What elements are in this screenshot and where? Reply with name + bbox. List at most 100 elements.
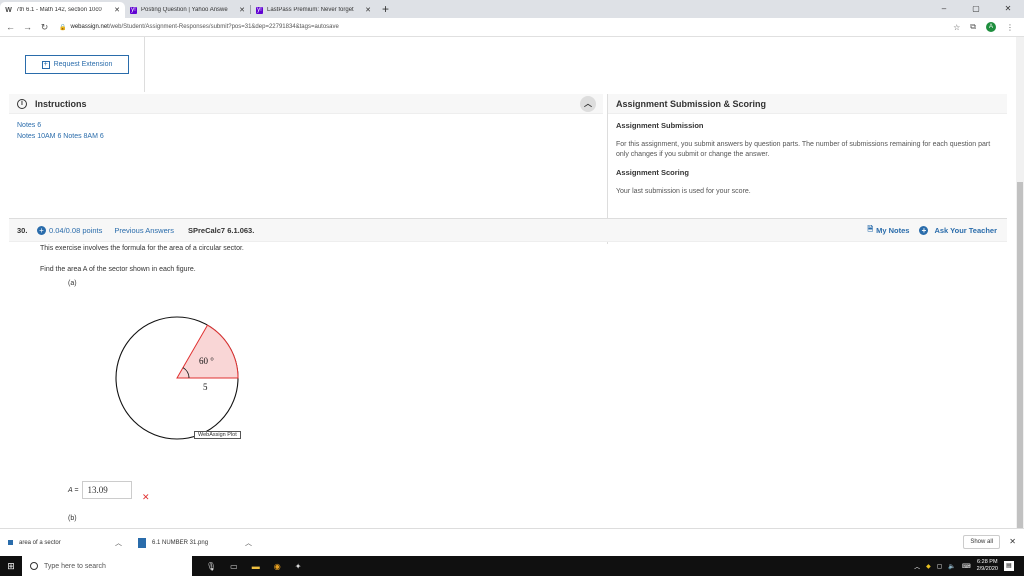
scrollbar-thumb[interactable] bbox=[1017, 182, 1023, 562]
plus-box-icon: + bbox=[41, 60, 50, 69]
file-explorer-icon[interactable]: ▬ bbox=[252, 562, 260, 571]
image-file-icon bbox=[138, 537, 146, 548]
answer-label: A = bbox=[68, 486, 79, 494]
taskbar-apps: 🎙 ▭ ▬ ◉ ✦ bbox=[206, 562, 301, 571]
page-scrollbar[interactable] bbox=[1016, 37, 1024, 562]
submission-heading: Assignment Submission bbox=[616, 121, 704, 130]
info-icon: i bbox=[17, 98, 27, 109]
avatar[interactable]: A bbox=[986, 22, 996, 32]
window-controls: – ▢ ✕ bbox=[928, 0, 1024, 18]
sector-angle-label: 60 ° bbox=[199, 356, 214, 366]
download-item[interactable]: area of a sector ︿ bbox=[0, 538, 130, 548]
scoring-body: Assignment Submission For this assignmen… bbox=[608, 114, 1007, 209]
bookmark-star-icon[interactable]: ☆ bbox=[953, 23, 960, 32]
submission-text: For this assignment, you submit answers … bbox=[616, 141, 991, 158]
show-all-button[interactable]: Show all bbox=[963, 535, 1000, 549]
my-notes-button[interactable]: 🗎 My Notes bbox=[867, 225, 909, 236]
chevron-up-icon[interactable]: ︿ bbox=[245, 538, 252, 548]
close-tab-icon[interactable]: ✕ bbox=[114, 6, 120, 14]
chevron-up-icon[interactable]: ︿ bbox=[914, 562, 920, 571]
question-source: SPreCalc7 6.1.063. bbox=[188, 225, 255, 235]
search-placeholder: Type here to search bbox=[44, 562, 106, 570]
question-body: This exercise involves the formula for t… bbox=[40, 245, 1000, 525]
clock[interactable]: 6:28 PM 2/9/2020 bbox=[977, 559, 998, 573]
reload-icon[interactable]: ↻ bbox=[38, 22, 51, 33]
question-actions: 🗎 My Notes + Ask Your Teacher bbox=[867, 225, 997, 236]
clock-time: 6:28 PM bbox=[977, 559, 998, 565]
minimize-button[interactable]: – bbox=[928, 0, 960, 18]
system-tray: ︿ ◆ ▢ 🔈 ⌨ 6:28 PM 2/9/2020 ▤ bbox=[914, 556, 1014, 576]
download-file-icon bbox=[8, 540, 13, 545]
scoring-header: Assignment Submission & Scoring bbox=[608, 94, 1007, 114]
request-extension-button[interactable]: + Request Extension bbox=[25, 55, 129, 74]
previous-answers-link[interactable]: Previous Answers bbox=[114, 226, 174, 235]
answer-input[interactable]: 13.09 bbox=[82, 481, 133, 499]
collapse-button[interactable]: ︿ bbox=[580, 96, 596, 112]
url-host: webassign.net bbox=[70, 24, 109, 30]
extensions-icon[interactable]: ⧉ bbox=[970, 22, 976, 32]
windows-start-icon[interactable]: ⊞ bbox=[0, 561, 22, 572]
note-icon: 🗎 bbox=[867, 225, 874, 233]
points-plus-icon: + bbox=[37, 225, 46, 235]
volume-icon[interactable]: 🔈 bbox=[948, 563, 955, 570]
download-name: 6.1 NUMBER 31.png bbox=[152, 539, 209, 546]
close-tab-icon[interactable]: ✕ bbox=[239, 6, 245, 14]
new-tab-button[interactable]: + bbox=[382, 2, 389, 18]
instructions-link-notes-am[interactable]: Notes 10AM 6 Notes 8AM 6 bbox=[17, 131, 595, 142]
plus-circle-icon: + bbox=[919, 225, 929, 235]
notifications-icon[interactable]: ▤ bbox=[1004, 561, 1014, 571]
url-field[interactable]: 🔒 webassign.net /web/Student/Assignment-… bbox=[59, 24, 953, 31]
answer-row: A = 13.09 bbox=[68, 481, 133, 499]
ask-teacher-button[interactable]: + Ask Your Teacher bbox=[919, 225, 997, 235]
download-bar: area of a sector ︿ 6.1 NUMBER 31.png ︿ S… bbox=[0, 528, 1024, 556]
network-icon[interactable]: ◆ bbox=[926, 563, 931, 570]
my-notes-label: My Notes bbox=[876, 225, 910, 235]
chevron-up-icon[interactable]: ︿ bbox=[115, 538, 122, 548]
instructions-title: Instructions bbox=[35, 98, 87, 109]
lock-icon: 🔒 bbox=[59, 24, 67, 31]
close-tab-icon[interactable]: ✕ bbox=[365, 6, 371, 14]
close-window-button[interactable]: ✕ bbox=[992, 0, 1024, 18]
address-bar-actions: ☆ ⧉ A ⋮ bbox=[953, 22, 1014, 32]
instructions-header: i Instructions ︿ bbox=[9, 94, 603, 114]
question-points[interactable]: 0.04/0.08 points bbox=[49, 226, 102, 235]
back-icon[interactable]: ← bbox=[4, 22, 17, 32]
windows-taskbar: ⊞ Type here to search 🎙 ▭ ▬ ◉ ✦ ︿ ◆ ▢ 🔈 … bbox=[0, 556, 1024, 576]
browser-tab-bar: W 7th 6.1 - Math 142, section 10c0 ✕ y! … bbox=[0, 0, 1024, 18]
maximize-button[interactable]: ▢ bbox=[960, 0, 992, 18]
browser-tab-lastpass[interactable]: y! LastPass Premium: Never forget ✕ bbox=[251, 2, 376, 18]
instructions-body: Notes 6 Notes 10AM 6 Notes 8AM 6 bbox=[9, 114, 603, 148]
question-prompt: Find the area A of the sector shown in e… bbox=[40, 266, 196, 273]
close-icon[interactable]: ✕ bbox=[1009, 537, 1016, 546]
request-extension-label: Request Extension bbox=[53, 61, 113, 68]
part-a-label: (a) bbox=[68, 280, 77, 287]
part-b-label: (b) bbox=[68, 515, 77, 522]
app-icon[interactable]: ✦ bbox=[295, 562, 302, 571]
yahoo-icon: y! bbox=[130, 6, 137, 14]
keyboard-icon[interactable]: ⌨ bbox=[962, 563, 971, 570]
question-intro: This exercise involves the formula for t… bbox=[40, 245, 244, 252]
task-view-icon[interactable]: ▭ bbox=[230, 562, 238, 571]
taskbar-search[interactable]: Type here to search bbox=[22, 556, 192, 576]
scoring-heading: Assignment Scoring bbox=[616, 168, 689, 177]
browser-tab-webassign[interactable]: W 7th 6.1 - Math 142, section 10c0 ✕ bbox=[0, 2, 125, 18]
download-name: area of a sector bbox=[19, 539, 61, 546]
instructions-link-notes6[interactable]: Notes 6 bbox=[17, 120, 595, 131]
question-header: 30. + 0.04/0.08 points Previous Answers … bbox=[9, 218, 1007, 242]
cortana-icon bbox=[30, 562, 38, 570]
clock-date: 2/9/2020 bbox=[976, 566, 998, 572]
webassign-plot-label: WebAssign Plot bbox=[194, 431, 241, 439]
tab-label: LastPass Premium: Never forget bbox=[267, 7, 354, 13]
browser-tab-yahoo[interactable]: y! Posting Question | Yahoo Answe ✕ bbox=[125, 2, 250, 18]
webassign-icon: W bbox=[5, 6, 12, 14]
sector-figure: 60 ° 5 bbox=[115, 316, 239, 440]
monitor-icon[interactable]: ▢ bbox=[937, 563, 943, 570]
question-number: 30. bbox=[17, 225, 28, 235]
chrome-icon[interactable]: ◉ bbox=[274, 562, 281, 571]
menu-kebab-icon[interactable]: ⋮ bbox=[1006, 23, 1014, 32]
tab-label: Posting Question | Yahoo Answe bbox=[141, 7, 228, 13]
download-item[interactable]: 6.1 NUMBER 31.png ︿ bbox=[130, 537, 260, 548]
microphone-icon[interactable]: 🎙 bbox=[206, 562, 216, 571]
forward-icon[interactable]: → bbox=[21, 22, 34, 32]
instructions-panel: i Instructions ︿ Notes 6 Notes 10AM 6 No… bbox=[9, 94, 603, 208]
